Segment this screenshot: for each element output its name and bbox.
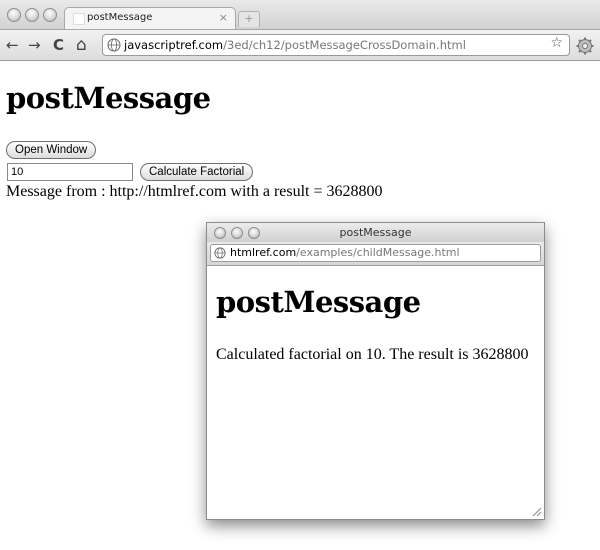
back-arrow-icon[interactable]: ← [6,35,19,55]
browser-toolbar: ← → C ⌂ javascriptref.com/3ed/ch12/postM… [0,29,600,61]
popup-url-path: /examples/childMessage.html [296,246,460,259]
popup-result-text: Calculated factorial on 10. The result i… [216,346,529,363]
child-popup-window[interactable]: postMessage htmlref.com/examples/childMe… [206,222,545,520]
popup-titlebar[interactable]: postMessage [207,223,544,242]
popup-address-field[interactable]: htmlref.com/examples/childMessage.html [210,244,541,262]
globe-icon [107,38,121,52]
popup-page-title: postMessage [216,285,421,319]
page-favicon-icon [73,13,85,25]
tab-close-icon[interactable]: × [219,11,228,24]
tab-postmessage[interactable]: postMessage × [64,7,236,30]
open-window-button[interactable]: Open Window [6,141,97,159]
minimize-window-button[interactable] [25,8,39,22]
url-host: javascriptref.com [124,38,224,52]
calculate-factorial-button[interactable]: Calculate Factorial [140,163,254,181]
reload-icon[interactable]: C [53,35,64,55]
bookmark-star-icon[interactable]: ☆ [550,35,563,51]
close-window-button[interactable] [7,8,21,22]
result-message: Message from : http://htmlref.com with a… [6,183,383,200]
settings-gear-icon[interactable] [576,37,594,55]
number-input[interactable] [7,163,133,181]
popup-url: htmlref.com/examples/childMessage.html [230,246,460,259]
zoom-window-button[interactable] [43,8,57,22]
popup-url-bar: htmlref.com/examples/childMessage.html [207,242,544,266]
tab-strip: postMessage × + [0,0,600,30]
new-tab-button[interactable]: + [238,11,260,27]
resize-grip-icon[interactable] [532,507,542,517]
address-url: javascriptref.com/3ed/ch12/postMessageCr… [124,38,466,52]
address-bar[interactable]: javascriptref.com/3ed/ch12/postMessageCr… [102,34,570,56]
popup-globe-icon [214,247,226,259]
forward-arrow-icon[interactable]: → [28,35,41,55]
home-icon[interactable]: ⌂ [76,35,87,55]
page-title: postMessage [6,81,211,115]
tab-title: postMessage [87,12,153,23]
popup-window-title: postMessage [339,226,412,239]
url-path: /3ed/ch12/postMessageCrossDomain.html [223,38,466,52]
popup-url-host: htmlref.com [230,246,297,259]
